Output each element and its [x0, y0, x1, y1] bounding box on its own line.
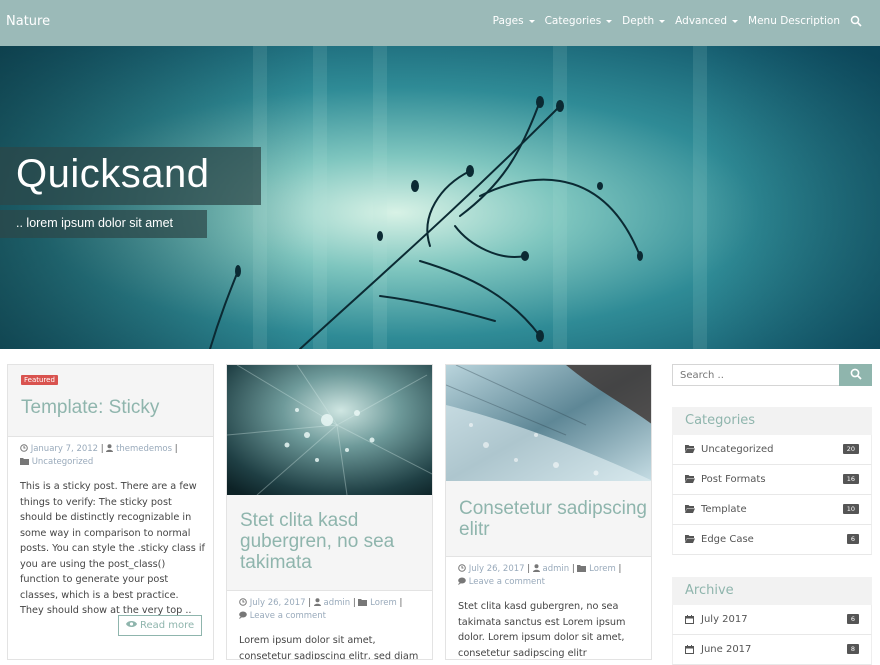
- widget-title: Categories: [672, 407, 872, 435]
- post-author[interactable]: admin: [543, 564, 570, 574]
- archive-item[interactable]: June 2017 8: [672, 635, 872, 665]
- folder-open-icon: [685, 475, 695, 483]
- category-item[interactable]: Template 10: [672, 495, 872, 525]
- nav-label: Advanced: [675, 15, 728, 27]
- hero-title-box: Quicksand: [0, 147, 261, 205]
- post-meta: July 26, 2017 | admin | Lorem | Leave a …: [239, 597, 429, 623]
- count-badge: 6: [846, 614, 859, 624]
- widget-title: Archive: [672, 577, 872, 605]
- post-date[interactable]: July 26, 2017: [250, 598, 306, 608]
- folder-open-icon: [685, 445, 695, 453]
- nav-item-categories[interactable]: Categories: [545, 15, 613, 27]
- read-more-button[interactable]: Read more: [118, 615, 202, 636]
- nav-label: Categories: [544, 15, 602, 27]
- post-date[interactable]: July 26, 2017: [469, 564, 525, 574]
- nav-item-depth[interactable]: Depth: [622, 15, 666, 27]
- main-nav: Pages Categories Depth Advanced Menu Des…: [483, 15, 840, 27]
- search-icon[interactable]: [850, 15, 862, 27]
- category-label: Template: [701, 504, 747, 515]
- post-category[interactable]: Uncategorized: [32, 457, 94, 467]
- archive-label: June 2017: [701, 644, 752, 655]
- leave-comment-link[interactable]: Leave a comment: [469, 577, 545, 587]
- archive-widget: Archive July 2017 6 June 2017 8: [672, 577, 872, 665]
- featured-badge: Featured: [21, 375, 58, 385]
- post-excerpt: This is a sticky post. There are a few t…: [20, 481, 205, 616]
- categories-widget: Categories Uncategorized 20 Post Formats…: [672, 407, 872, 555]
- caret-down-icon: [659, 19, 666, 23]
- clock-icon: [239, 598, 247, 606]
- hero-banner: Quicksand .. lorem ipsum dolor sit amet: [0, 46, 880, 349]
- post-category[interactable]: Lorem: [370, 598, 397, 608]
- top-navbar: Nature Pages Categories Depth Advanced M…: [0, 0, 880, 46]
- post-title[interactable]: Template: Sticky: [21, 397, 211, 418]
- post-title[interactable]: Stet clita kasd gubergren, no sea takima…: [240, 510, 430, 573]
- post-meta: July 26, 2017 | admin | Lorem | Leave a …: [458, 563, 648, 589]
- hero-subtitle: .. lorem ipsum dolor sit amet: [16, 216, 173, 230]
- post-card: Consetetur sadipscing elitr July 26, 201…: [445, 364, 652, 660]
- leave-comment-link[interactable]: Leave a comment: [250, 611, 326, 621]
- calendar-icon: [685, 615, 694, 624]
- hero-subtitle-box: .. lorem ipsum dolor sit amet: [0, 210, 207, 238]
- post-category[interactable]: Lorem: [589, 564, 616, 574]
- site-brand[interactable]: Nature: [6, 14, 50, 29]
- category-item[interactable]: Uncategorized 20: [672, 435, 872, 465]
- folder-open-icon: [685, 535, 695, 543]
- nav-label: Menu Description: [748, 15, 840, 27]
- eye-icon: [125, 621, 137, 627]
- count-badge: 6: [846, 534, 859, 544]
- post-title[interactable]: Consetetur sadipscing elitr: [459, 498, 649, 540]
- post-excerpt: Lorem ipsum dolor sit amet, consetetur s…: [239, 635, 419, 660]
- category-item[interactable]: Post Formats 16: [672, 465, 872, 495]
- nav-label: Depth: [622, 15, 655, 27]
- user-icon: [106, 444, 114, 452]
- archive-label: July 2017: [701, 614, 748, 625]
- clock-icon: [458, 564, 466, 572]
- count-badge: 10: [842, 504, 859, 514]
- read-more-label: Read more: [139, 620, 195, 631]
- caret-down-icon: [732, 19, 739, 23]
- sidebar-search: [672, 364, 872, 386]
- count-badge: 16: [842, 474, 859, 484]
- comment-icon: [239, 611, 247, 619]
- post-author[interactable]: admin: [324, 598, 351, 608]
- search-icon: [850, 368, 862, 380]
- post-card: Stet clita kasd gubergren, no sea takima…: [226, 364, 433, 660]
- nav-item-advanced[interactable]: Advanced: [675, 15, 739, 27]
- category-label: Uncategorized: [701, 444, 774, 455]
- post-thumbnail[interactable]: [446, 365, 652, 481]
- search-input[interactable]: [672, 364, 840, 386]
- user-icon: [532, 564, 540, 572]
- caret-down-icon: [528, 19, 535, 23]
- count-badge: 20: [842, 444, 859, 454]
- user-icon: [313, 598, 321, 606]
- search-button[interactable]: [839, 364, 872, 386]
- folder-icon: [358, 599, 368, 606]
- count-badge: 8: [846, 644, 859, 654]
- post-author[interactable]: themedemos: [116, 444, 172, 454]
- nav-label: Pages: [492, 15, 524, 27]
- comment-icon: [458, 577, 466, 585]
- post-meta: January 7, 2012 | themedemos | Uncategor…: [20, 443, 210, 469]
- nav-item-menu-description[interactable]: Menu Description: [748, 15, 840, 27]
- hero-title: Quicksand: [16, 152, 210, 196]
- post-thumbnail[interactable]: [227, 365, 433, 495]
- folder-icon: [577, 565, 587, 572]
- nav-item-pages[interactable]: Pages: [493, 15, 535, 27]
- caret-down-icon: [606, 19, 613, 23]
- clock-icon: [20, 444, 28, 452]
- post-excerpt: Stet clita kasd gubergren, no sea takima…: [458, 601, 626, 659]
- folder-open-icon: [685, 505, 695, 513]
- post-date[interactable]: January 7, 2012: [31, 444, 98, 454]
- category-label: Edge Case: [701, 534, 754, 545]
- archive-item[interactable]: July 2017 6: [672, 605, 872, 635]
- folder-icon: [20, 458, 29, 465]
- post-card-sticky: Featured Template: Sticky January 7, 201…: [7, 364, 214, 660]
- category-item[interactable]: Edge Case 6: [672, 525, 872, 555]
- category-label: Post Formats: [701, 474, 766, 485]
- calendar-icon: [685, 645, 694, 654]
